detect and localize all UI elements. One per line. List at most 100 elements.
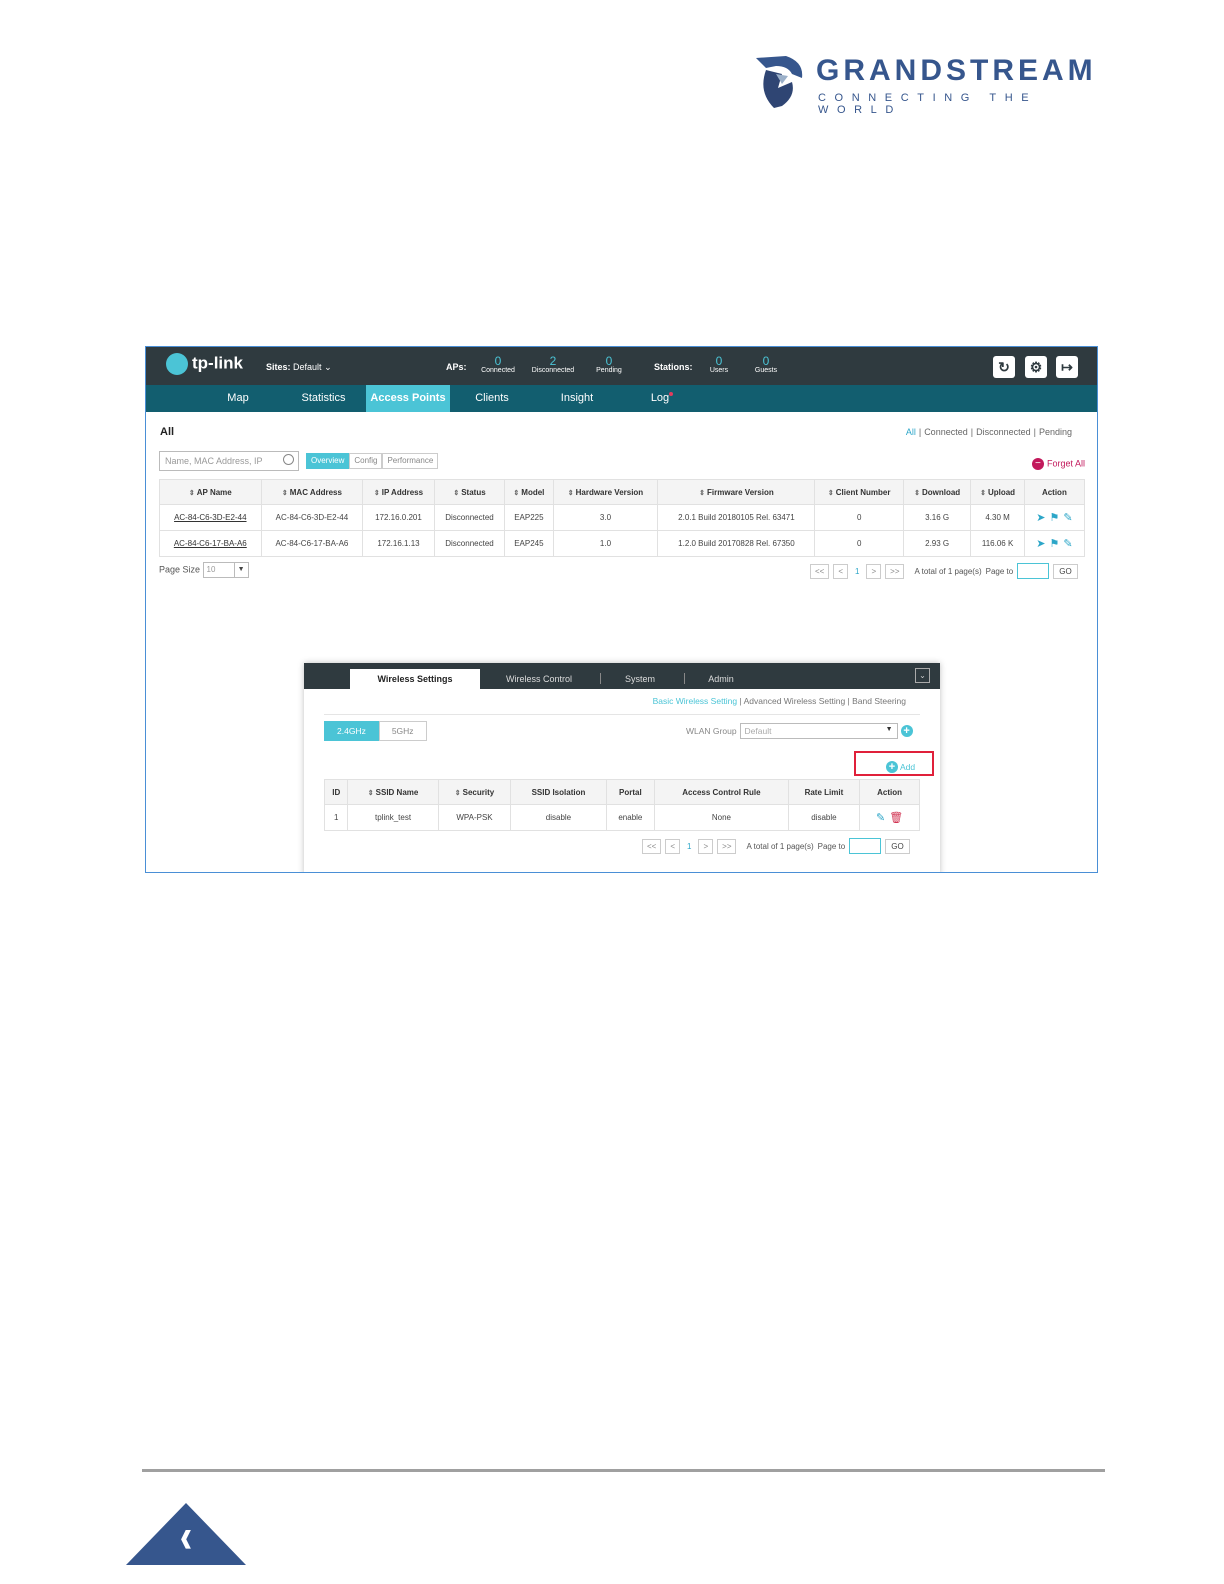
view-overview[interactable]: Overview [306, 453, 350, 469]
chevron-down-icon: ⌄ [324, 362, 332, 372]
trash-icon[interactable]: 🗑 [889, 812, 903, 824]
column-header[interactable]: ⇕ Status [433, 479, 506, 505]
column-header[interactable]: ⇕ Upload [970, 479, 1025, 505]
current-page[interactable]: 1 [684, 842, 694, 851]
edit-icon[interactable]: ✎ [1063, 538, 1072, 550]
view-config[interactable]: Config [349, 453, 383, 469]
nav-clients[interactable]: Clients [461, 385, 523, 412]
subnav-advanced-wireless[interactable]: Advanced Wireless Setting [744, 696, 846, 706]
tab-admin[interactable]: Admin [694, 669, 748, 689]
locate-icon[interactable]: ➤ [1036, 512, 1045, 524]
prev-page-button[interactable]: < [833, 563, 849, 579]
column-label: Model [521, 487, 545, 497]
first-page-button[interactable]: << [642, 838, 662, 854]
locate-icon[interactable]: ➤ [1036, 538, 1045, 550]
edit-icon[interactable]: ✎ [1063, 512, 1072, 524]
column-header[interactable]: ⇕ Download [902, 479, 972, 505]
tab-wireless-settings[interactable]: Wireless Settings [350, 669, 480, 689]
band-2-4ghz[interactable]: 2.4GHz [324, 721, 379, 741]
stat-number: 0 [494, 354, 502, 368]
nav-statistics[interactable]: Statistics [291, 385, 356, 412]
column-header: ID [323, 779, 349, 805]
sort-icon: ⇕ [281, 489, 288, 497]
tab-wireless-control[interactable]: Wireless Control [494, 669, 584, 689]
top-bar: tp-link Sites: Default ⌄ APs: 0 Connected… [146, 347, 1097, 385]
refresh-icon[interactable]: ↻ [993, 356, 1015, 378]
map-icon[interactable]: ⚑ [1049, 538, 1059, 550]
page-to-input[interactable] [849, 838, 882, 854]
nav-log[interactable]: Log [632, 385, 692, 412]
last-page-button[interactable]: >> [717, 838, 737, 854]
aps-pending-stat[interactable]: 0 Pending [579, 355, 639, 374]
column-header[interactable]: ⇕ Hardware Version [552, 479, 659, 505]
ap-name-link[interactable]: AC-84-C6-17-BA-A6 [174, 539, 247, 548]
nav-insight[interactable]: Insight [546, 385, 608, 412]
last-page-button[interactable]: >> [885, 563, 905, 579]
filter-pending[interactable]: Pending [1039, 427, 1072, 437]
add-ssid-button[interactable]: + Add [886, 761, 915, 773]
wlan-group-select[interactable]: Default ▼ [739, 723, 898, 739]
prev-page-button[interactable]: < [665, 838, 681, 854]
map-icon[interactable]: ⚑ [1049, 512, 1059, 524]
table-cell: 1 [323, 804, 349, 831]
column-label: IP Address [381, 487, 424, 497]
search-icon [283, 454, 294, 465]
tp-link-logo-text: tp-link [192, 353, 243, 373]
collapse-icon[interactable]: ⌄ [915, 668, 930, 683]
next-page-button[interactable]: > [866, 563, 882, 579]
search-input[interactable]: Name, MAC Address, IP [159, 451, 299, 471]
logout-icon[interactable]: ↦ [1056, 356, 1078, 378]
sub-navigation: Basic Wireless Setting | Advanced Wirele… [652, 696, 906, 706]
column-header[interactable]: ⇕ MAC Address [260, 479, 364, 505]
site-selector[interactable]: Sites: Default ⌄ [266, 362, 332, 373]
tab-divider [600, 673, 601, 684]
current-page[interactable]: 1 [852, 567, 862, 576]
column-header[interactable]: ⇕ Security [437, 779, 512, 805]
filter-all[interactable]: All [906, 427, 916, 437]
ap-name-cell[interactable]: AC-84-C6-3D-E2-44 [159, 504, 262, 531]
ap-name-cell[interactable]: AC-84-C6-17-BA-A6 [159, 530, 262, 557]
subnav-band-steering[interactable]: Band Steering [852, 696, 906, 706]
table-cell: tplink_test [347, 804, 439, 831]
sort-icon: ⇕ [373, 489, 380, 497]
wlan-group-label: WLAN Group [686, 726, 737, 736]
band-5ghz[interactable]: 5GHz [378, 721, 427, 741]
action-cell: ➤ ⚑ ✎ [1023, 504, 1086, 531]
go-button[interactable]: GO [1053, 563, 1078, 579]
filter-connected[interactable]: Connected [924, 427, 968, 437]
page-to-input[interactable] [1017, 563, 1050, 579]
edit-icon[interactable]: ✎ [876, 812, 885, 824]
column-header[interactable]: ⇕ Client Number [814, 479, 904, 505]
add-wlan-group-icon[interactable]: + [900, 725, 913, 737]
go-button[interactable]: GO [885, 838, 910, 854]
table-cell: disable [787, 804, 861, 831]
gear-icon[interactable]: ⚙ [1025, 356, 1047, 378]
filter-disconnected[interactable]: Disconnected [976, 427, 1031, 437]
forget-all-button[interactable]: − Forget All [1031, 458, 1085, 470]
view-performance[interactable]: Performance [382, 453, 439, 469]
column-header[interactable]: ⇕ Model [504, 479, 554, 505]
stations-guests-stat[interactable]: 0 Guests [736, 355, 796, 374]
ap-pagination: << < 1 > >> A total of 1 page(s) Page to… [810, 563, 1078, 579]
nav-access-points[interactable]: Access Points [366, 385, 450, 412]
aps-disconnected-stat[interactable]: 2 Disconnected [523, 355, 583, 374]
sort-icon: ⇕ [914, 489, 920, 497]
aps-connected-stat[interactable]: 0 Connected [468, 355, 528, 374]
ap-name-link[interactable]: AC-84-C6-3D-E2-44 [174, 513, 246, 522]
column-header[interactable]: ⇕ IP Address [362, 479, 435, 505]
tab-system[interactable]: System [610, 669, 670, 689]
page-size-select[interactable]: 10 ▼ [202, 562, 249, 578]
column-header[interactable]: ⇕ SSID Name [347, 779, 439, 805]
next-page-button[interactable]: > [698, 838, 714, 854]
section-title: All [160, 426, 175, 438]
subnav-basic-wireless[interactable]: Basic Wireless Setting [653, 696, 738, 706]
column-label: Firmware Version [707, 487, 774, 497]
nav-map[interactable]: Map [208, 385, 268, 412]
wlan-group-value: Default [744, 726, 772, 736]
column-header[interactable]: ⇕ AP Name [159, 479, 262, 505]
stat-label: Guests [754, 367, 778, 374]
first-page-button[interactable]: << [810, 563, 830, 579]
view-switcher: Overview Config Performance [306, 453, 439, 469]
column-header[interactable]: ⇕ Firmware Version [657, 479, 816, 505]
dialog-header: Wireless Settings Wireless Control Syste… [304, 663, 940, 689]
